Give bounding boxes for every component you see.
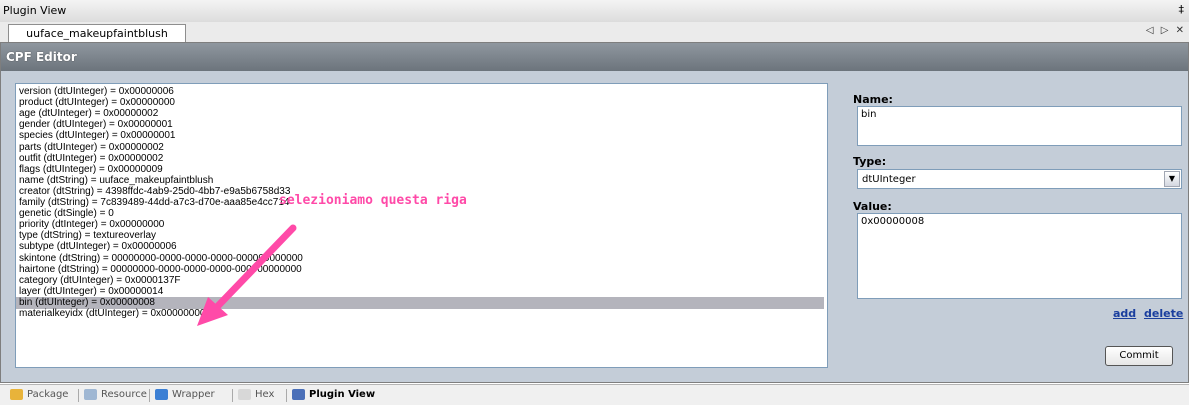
bottom-tab-hex[interactable]: Hex [238, 388, 274, 404]
tab-separator [149, 389, 150, 402]
bottom-tab-package[interactable]: Package [10, 388, 68, 404]
tab-separator [232, 389, 233, 402]
bottom-tab-label: Plugin View [309, 389, 376, 400]
type-select[interactable]: dtUInteger ▼ [857, 169, 1182, 189]
chevron-down-icon[interactable]: ▼ [1164, 171, 1180, 187]
type-label: Type: [853, 155, 887, 168]
tab-separator [286, 389, 287, 402]
value-field[interactable]: 0x00000008 [857, 213, 1182, 299]
window-title: Plugin View [3, 4, 67, 17]
resource-icon [84, 388, 97, 400]
document-tabstrip: uuface_makeupfaintblush ◁ ▷ ✕ [0, 22, 1189, 43]
window-titlebar: Plugin View ‡ [0, 0, 1189, 23]
commit-button[interactable]: Commit [1105, 346, 1173, 366]
tab-uuface-makeupfaintblush[interactable]: uuface_makeupfaintblush [8, 24, 186, 43]
tab-separator [78, 389, 79, 402]
package-icon [10, 388, 23, 400]
wrapper-icon [155, 388, 168, 400]
name-label: Name: [853, 93, 893, 106]
pin-icon[interactable]: ‡ [1179, 3, 1185, 16]
name-field[interactable]: bin [857, 106, 1182, 146]
add-link[interactable]: add [1113, 307, 1136, 320]
bottom-tabbar: Package Resource Wrapper Hex Plugin View [0, 384, 1189, 405]
bottom-tab-resource[interactable]: Resource [84, 388, 147, 404]
delete-link[interactable]: delete [1144, 307, 1183, 320]
bottom-tab-label: Hex [255, 389, 275, 400]
annotation-text: selezioniamo questa riga [279, 193, 467, 208]
bottom-tab-plugin-view[interactable]: Plugin View [292, 388, 375, 404]
value-label: Value: [853, 200, 892, 213]
tab-navigation-icons[interactable]: ◁ ▷ ✕ [1146, 25, 1186, 36]
bottom-tab-label: Package [27, 389, 69, 400]
bottom-tab-label: Resource [101, 389, 147, 400]
hex-icon [238, 388, 251, 400]
bottom-tab-label: Wrapper [172, 389, 215, 400]
plugin-view-icon [292, 388, 305, 400]
cpf-editor-panel: CPF Editor version (dtUInteger) = 0x0000… [0, 42, 1189, 383]
type-select-value: dtUInteger [862, 174, 916, 185]
bottom-tab-wrapper[interactable]: Wrapper [155, 388, 215, 404]
